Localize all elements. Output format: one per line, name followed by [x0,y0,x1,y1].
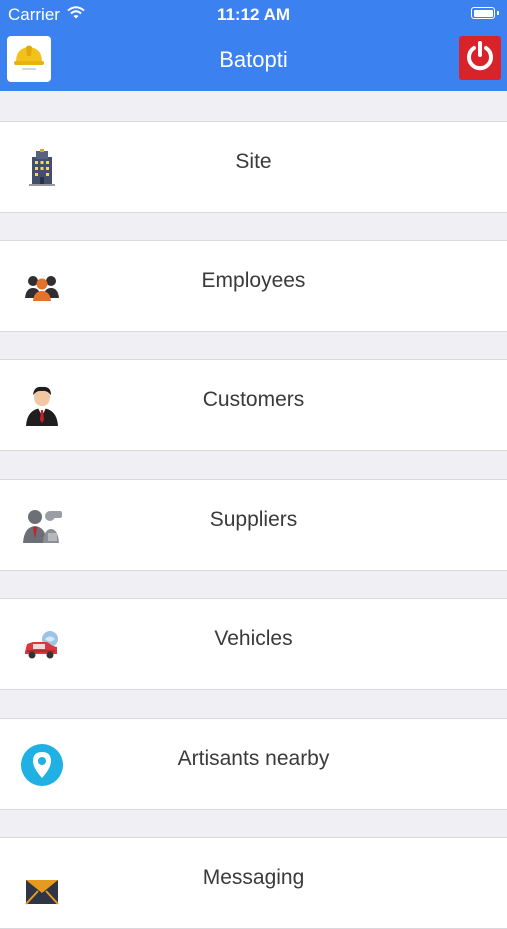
app-header: Carrier 11:12 AM Batopti [0,0,507,91]
power-icon [464,40,496,77]
menu-item-messaging[interactable]: Messaging [0,837,507,929]
menu-item-label: Employees [201,269,306,292]
menu-item-label: Messaging [202,866,305,889]
status-bar: Carrier 11:12 AM [0,0,507,28]
menu-item-customers[interactable]: Customers [0,359,507,451]
menu-item-label: Suppliers [209,508,298,531]
menu-item-label: Customers [202,388,305,411]
battery-icon [471,7,499,19]
page-title: Batopti [219,47,288,72]
status-time: 11:12 AM [216,5,291,24]
menu-item-vehicles[interactable]: Vehicles [0,598,507,690]
menu-item-label: Vehicles [214,627,293,650]
menu-item-label: Site [235,150,272,173]
logout-button[interactable] [459,36,501,80]
menu-item-label: Artisants nearby [177,747,330,770]
menu-item-artisants-nearby[interactable]: Artisants nearby [0,718,507,810]
menu-item-site[interactable]: Site [0,121,507,213]
menu-item-employees[interactable]: Employees [0,240,507,332]
menu-item-suppliers[interactable]: Suppliers [0,479,507,571]
